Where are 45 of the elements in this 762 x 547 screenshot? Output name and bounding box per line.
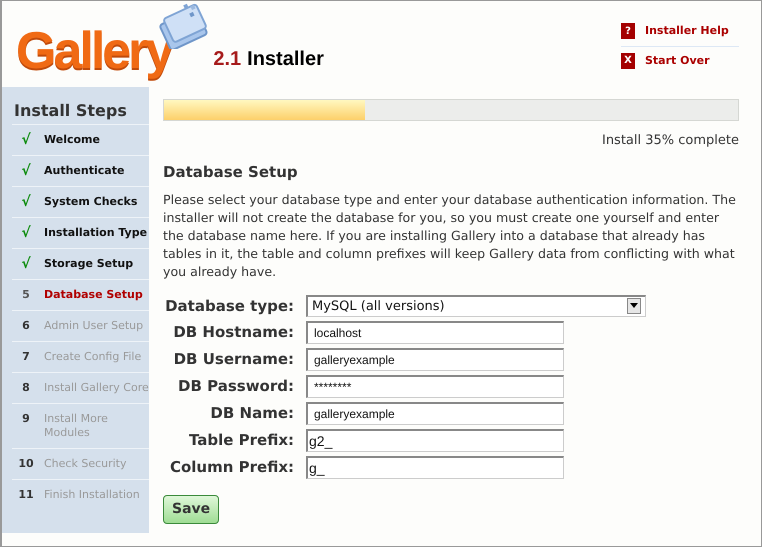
check-icon: √	[18, 226, 34, 240]
step-number: 9	[21, 412, 31, 427]
input-field[interactable]: galleryexample	[306, 402, 564, 425]
input-field[interactable]: galleryexample	[306, 348, 564, 371]
step-label[interactable]: Storage Setup	[44, 257, 134, 271]
intro-paragraph: Please select your database type and enter your database authentication information. The installer will not create the database for you, so you must create one yourself and enter the database name here. If you are installing Gallery into a database that already has tables in it, the table and column prefixes will keep Gallery data from conflicting with what you already have.	[163, 190, 737, 280]
input-field[interactable]: g_	[306, 456, 564, 479]
step-label[interactable]: Authenticate	[44, 164, 124, 178]
app-title: Installer	[247, 47, 324, 72]
input-field[interactable]: localhost	[306, 321, 564, 344]
input-field[interactable]: ********	[306, 375, 564, 398]
step-label[interactable]: System Checks	[44, 195, 138, 209]
input-field[interactable]: g2_	[306, 429, 564, 452]
step-number: 6	[21, 319, 31, 333]
check-icon: √	[18, 133, 34, 147]
sidebar-title: Install Steps	[12, 99, 149, 125]
check-icon: √	[18, 257, 34, 271]
check-icon: √	[18, 164, 34, 178]
field-label: DB Password:	[177, 376, 295, 398]
step-label[interactable]: Welcome	[44, 133, 100, 147]
field-label: DB Hostname:	[172, 322, 295, 344]
logo-text: Gallery	[16, 25, 172, 77]
step-number: 11	[18, 488, 34, 502]
step-number: 7	[21, 350, 31, 364]
progress-caption: Install 35% complete	[600, 132, 739, 150]
step-label[interactable]: Database Setup	[44, 288, 143, 302]
step-number: 5	[21, 288, 31, 302]
field-label: Table Prefix:	[188, 430, 295, 452]
step-label[interactable]: Installation Type	[44, 226, 148, 240]
save-button[interactable]: Save	[163, 495, 220, 524]
help-icon[interactable]: ?	[621, 23, 635, 40]
field-label: Column Prefix:	[168, 457, 295, 478]
section-heading: Database Setup	[163, 162, 299, 180]
version-number: 2.1	[213, 47, 242, 72]
header-link[interactable]: Start Over	[645, 52, 710, 69]
field-label: DB Username:	[172, 349, 295, 370]
header-link[interactable]: Installer Help	[645, 23, 729, 40]
database-type-select[interactable]: MySQL (all versions)	[306, 294, 646, 317]
step-number: 8	[21, 381, 31, 395]
check-icon: √	[18, 195, 34, 209]
close-icon[interactable]: X	[621, 52, 635, 69]
caret-icon[interactable]	[627, 298, 641, 314]
field-label: Database type:	[164, 296, 295, 316]
step-number: 10	[18, 457, 34, 471]
field-label: DB Name:	[209, 403, 295, 424]
